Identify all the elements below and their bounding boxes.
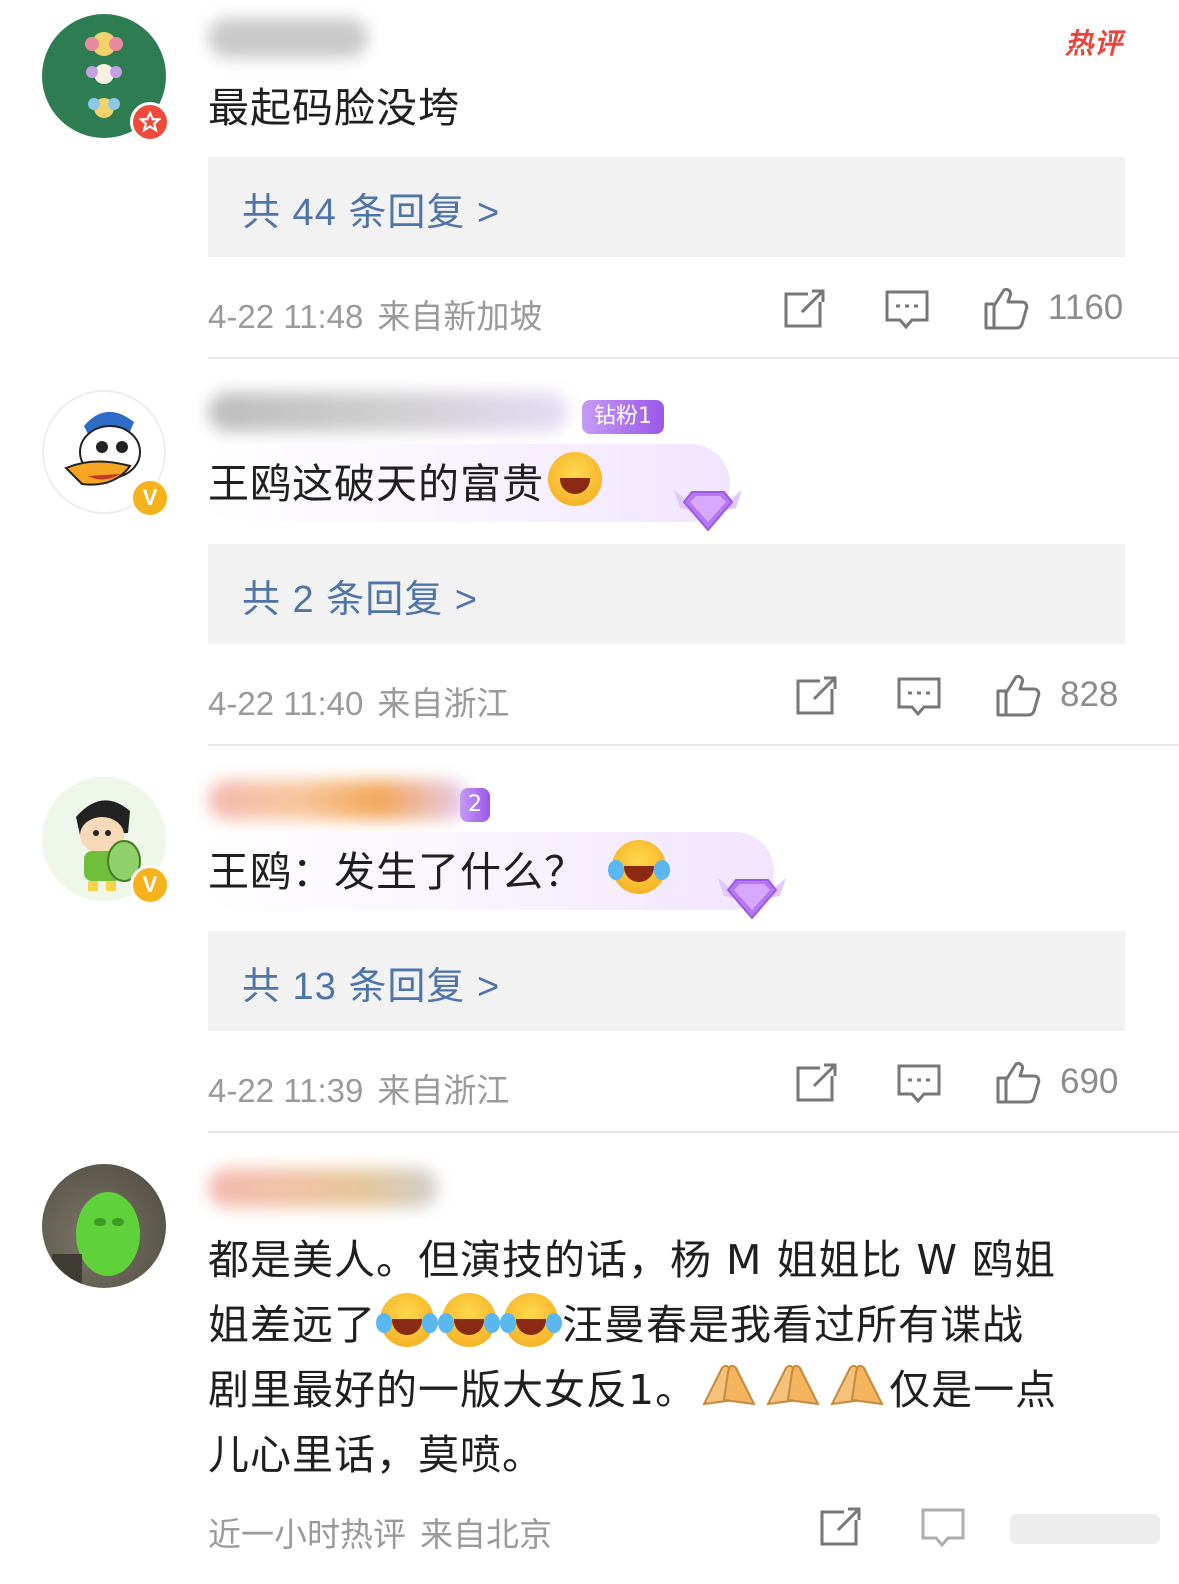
thumbs-up-icon[interactable] [994, 671, 1042, 717]
avatar[interactable] [42, 14, 170, 142]
username-blurred[interactable] [208, 1168, 438, 1218]
share-icon[interactable] [818, 1504, 864, 1550]
comment-meta: 4-22 11:40 来自浙江 [208, 677, 509, 725]
comment-text: 王鸥这破天的富贵 [208, 452, 1108, 516]
comment-text-line: 儿心里话，莫喷。 [208, 1431, 544, 1479]
verified-badge: V [130, 478, 170, 518]
replies-label: 共 2 条回复 > [242, 579, 478, 621]
laughing-emoji-icon [548, 452, 602, 506]
comment-location: 来自新加坡 [377, 298, 543, 335]
comment-icon[interactable] [896, 673, 942, 719]
comment-text: 都是美人。但演技的话，杨 M 姐姐比 W 鸥姐 姐差远了 汪曼春是我看过所有谍战 … [208, 1228, 1108, 1488]
username-blurred[interactable] [208, 392, 568, 442]
like-count: 690 [1060, 1062, 1119, 1101]
username-blurred[interactable] [208, 780, 468, 830]
comment-meta: 4-22 11:39 来自浙江 [208, 1064, 509, 1112]
thumbs-up-icon[interactable] [994, 1058, 1042, 1104]
diamond-gem-icon [670, 470, 746, 540]
comment-text-line: 剧里最好的一版大女反1。 仅是一点 [208, 1358, 1108, 1423]
thumbs-up-icon[interactable] [1010, 1500, 1160, 1546]
replies-link[interactable]: 共 2 条回复 > [208, 544, 1125, 644]
avatar[interactable]: V [42, 777, 170, 905]
tears-of-joy-emoji-icon [608, 840, 670, 894]
comment-date: 4-22 11:39 [208, 1072, 364, 1109]
comment-text-body: 王鸥这破天的富贵 [208, 460, 544, 508]
comment-date: 近一小时热评 [208, 1516, 406, 1553]
replies-label: 共 13 条回复 > [242, 966, 501, 1008]
comment-location: 来自北京 [420, 1516, 552, 1553]
comment-location: 来自浙江 [377, 685, 510, 722]
avatar[interactable]: V [42, 390, 170, 518]
verified-badge: V [130, 865, 170, 905]
vip-star-badge [130, 102, 170, 142]
divider [208, 744, 1179, 746]
comment-text-line: 都是美人。但演技的话，杨 M 姐姐比 W 鸥姐 [208, 1236, 1057, 1284]
comment-text-segment: 姐差远了 [208, 1301, 376, 1349]
username-blurred[interactable] [208, 18, 368, 68]
comment-text-segment: 仅是一点 [889, 1366, 1058, 1414]
comment-location: 来自浙江 [377, 1072, 510, 1109]
comment-icon[interactable] [896, 1060, 942, 1106]
clasped-hands-emoji-icon [764, 1360, 822, 1410]
crying-laughing-emoji-icon [438, 1293, 500, 1347]
comment-icon[interactable] [884, 286, 930, 332]
comment-date: 4-22 11:40 [208, 685, 364, 722]
like-count: 1160 [1048, 288, 1124, 327]
comment-text-segment: 汪曼春是我看过所有谍战 [562, 1301, 1024, 1349]
clasped-hands-emoji-icon [700, 1360, 758, 1410]
hot-comment-tag: 热评 [1064, 27, 1123, 60]
comment-text-segment: 剧里最好的一版大女反1。 [208, 1366, 698, 1414]
divider [208, 1131, 1179, 1133]
diamond-gem-icon [714, 858, 790, 928]
comment-text: 王鸥：发生了什么？ [208, 840, 1108, 904]
crying-laughing-emoji-icon [376, 1293, 438, 1347]
divider [208, 357, 1179, 359]
comment-date: 4-22 11:48 [208, 298, 364, 335]
comment-text-body: 王鸥：发生了什么？ [208, 848, 586, 896]
share-icon[interactable] [794, 673, 840, 719]
comment-meta: 近一小时热评 来自北京 [208, 1508, 552, 1556]
like-count: 828 [1060, 675, 1119, 714]
comment-text-line: 姐差远了 汪曼春是我看过所有谍战 [208, 1293, 1108, 1358]
thumbs-up-icon[interactable] [982, 284, 1030, 330]
share-icon[interactable] [794, 1060, 840, 1106]
share-icon[interactable] [782, 286, 828, 332]
comment-meta: 4-22 11:48 来自新加坡 [208, 290, 542, 338]
replies-label: 共 44 条回复 > [242, 192, 501, 234]
crying-laughing-emoji-icon [500, 1293, 562, 1347]
replies-link[interactable]: 共 13 条回复 > [208, 931, 1125, 1031]
clasped-hands-emoji-icon [828, 1360, 886, 1410]
fan-level-badge: 2 [460, 788, 490, 822]
replies-link[interactable]: 共 44 条回复 > [208, 157, 1125, 257]
fan-level-badge: 钻粉1 [582, 400, 664, 434]
comment-text: 最起码脸没垮 [208, 84, 460, 132]
avatar[interactable] [42, 1164, 166, 1288]
comment-icon[interactable] [920, 1504, 966, 1550]
